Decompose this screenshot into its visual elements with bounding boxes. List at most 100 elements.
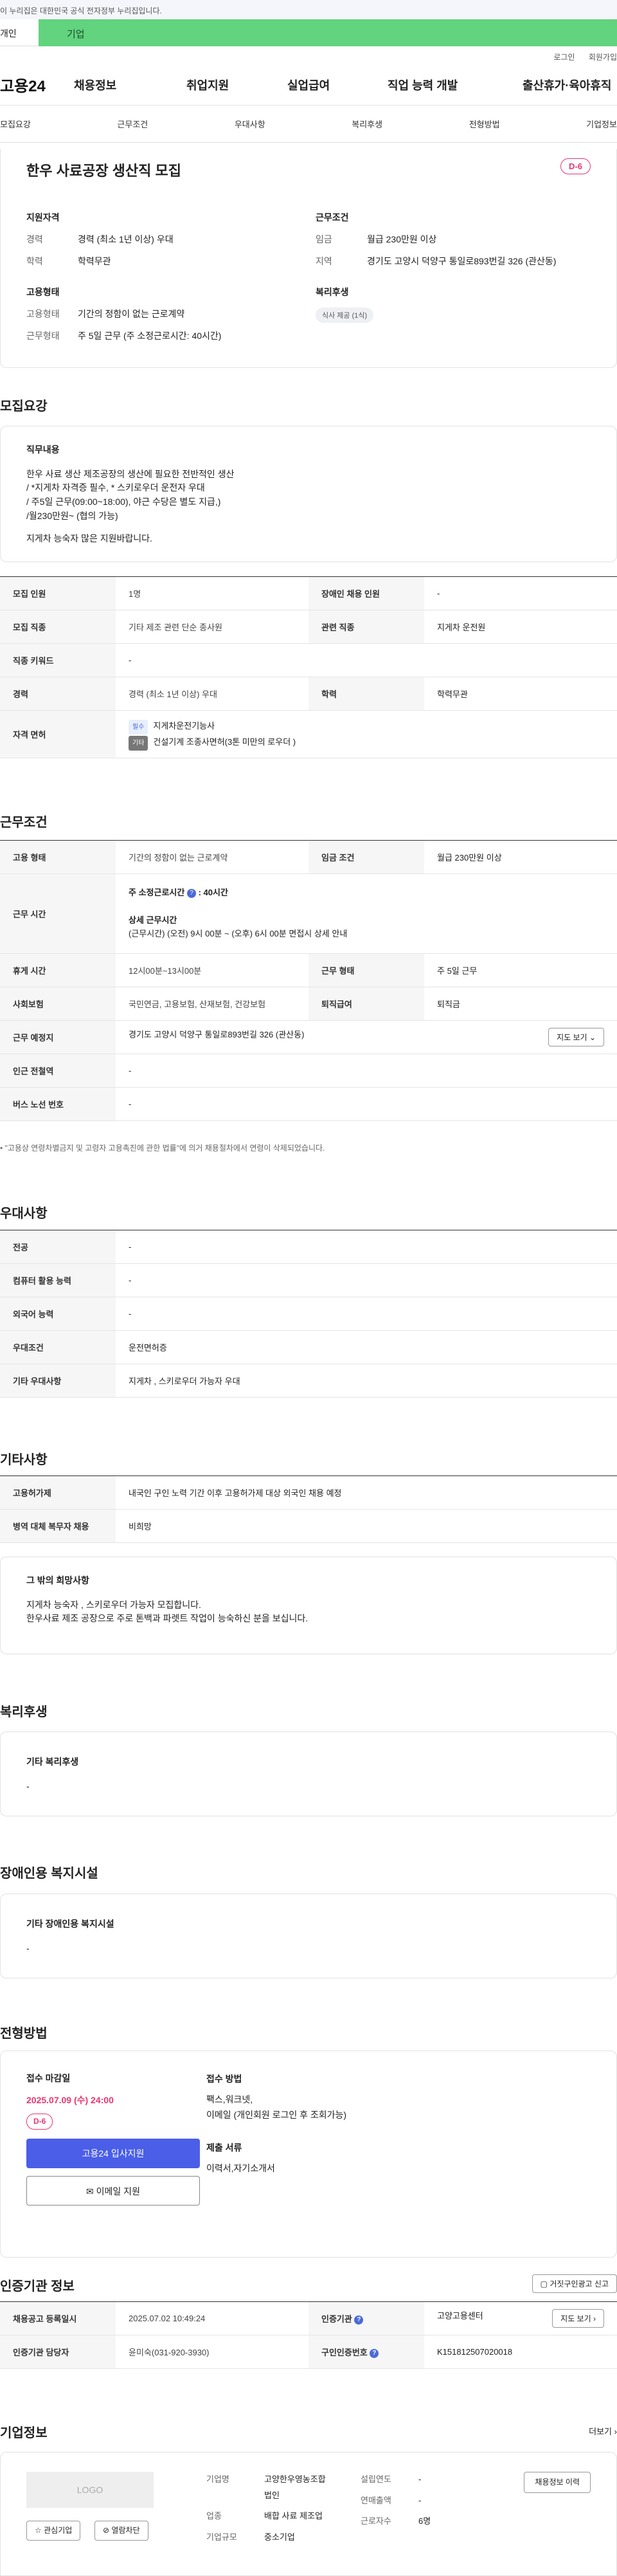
- company-logo-placeholder: LOGO: [26, 2472, 154, 2508]
- cert-no-label: 구인인증번호 ?: [308, 2335, 424, 2369]
- signup-link[interactable]: 회원가입: [589, 53, 617, 62]
- job-title: 한우 사료공장 생산직 모집: [26, 163, 181, 179]
- cert-map-button[interactable]: 지도 보기 ›: [552, 2309, 604, 2328]
- mail-icon: ✉: [86, 2186, 94, 2197]
- subway-label: 인근 전철역: [0, 1054, 116, 1088]
- welfare-section-title: 복리후생: [0, 1705, 48, 1719]
- apply-button[interactable]: 고용24 입사지원: [26, 2138, 200, 2168]
- table-row: 컴퓨터 활용 능력 -: [0, 1263, 617, 1297]
- table-row: 모집 인원 1명 장애인 채용 인원 -: [0, 576, 617, 610]
- other-section-title: 기타사항: [0, 1453, 48, 1467]
- chevron-right-icon: ›: [614, 2427, 617, 2436]
- bullet-icon: •: [0, 1144, 3, 1153]
- bus-label: 버스 노선 번호: [0, 1087, 116, 1121]
- company-box: LOGO ☆ 관심기업 ⊘ 열람차단 기업명 고양한우영농조합 법인 업종 배합 사료…: [0, 2452, 617, 2576]
- nav-jobs[interactable]: 채용정보: [74, 77, 186, 93]
- qualification-heading: 지원자격: [26, 212, 60, 223]
- company-size-value: 중소기업: [264, 2532, 295, 2543]
- info-icon[interactable]: ?: [354, 2315, 364, 2325]
- email-apply-button[interactable]: ✉ 이메일 지원: [26, 2175, 200, 2206]
- favorite-company-button[interactable]: ☆ 관심기업: [26, 2521, 81, 2541]
- anchor-welfare[interactable]: 복리후생: [352, 118, 382, 130]
- pref-table: 전공 - 컴퓨터 활용 능력 - 외국어 능력 - 우대조건 운전면허증 기타 우대사항…: [0, 1230, 617, 1398]
- anchor-process[interactable]: 전형방법: [469, 118, 500, 130]
- work-type-value: 주 5일 근무 (주 소정근로시간: 40시간): [78, 331, 222, 341]
- computer-value: -: [116, 1263, 617, 1297]
- map-button[interactable]: 지도 보기 ⌄: [548, 1028, 604, 1046]
- tab-company[interactable]: 기업: [39, 19, 617, 46]
- recruit-table: 모집 인원 1명 장애인 채용 인원 - 모집 직종 기타 제조 관련 단순 종…: [0, 576, 617, 758]
- tab-person[interactable]: 개인: [0, 19, 39, 46]
- related-job-value: 지게차 운전원: [424, 610, 617, 644]
- table-row: 경력 경력 (최소 1년 이상) 우대 학력 학력무관: [0, 677, 617, 711]
- weekly-hours-value: : 40시간: [198, 888, 228, 898]
- location-cell: 경기도 고양시 덕양구 통일로893번길 326 (관산동) 지도 보기 ⌄: [116, 1020, 617, 1054]
- cert-no-value: K151812507020018: [424, 2335, 617, 2369]
- education-row-label: 학력: [308, 677, 424, 711]
- table-row: 병역 대체 복무자 채용 비희망: [0, 1509, 617, 1543]
- gov-notice-bar: 이 누리집은 대한민국 공식 전자정부 누리집입니다.: [0, 0, 617, 19]
- employment-heading: 고용형태: [26, 287, 60, 297]
- disabled-headcount-value: -: [424, 576, 617, 610]
- pref-section-title: 우대사항: [0, 1207, 48, 1221]
- computer-label: 컴퓨터 활용 능력: [0, 1263, 116, 1297]
- conditions-heading: 근무조건: [316, 212, 349, 223]
- weekly-hours-label: 주 소정근로시간: [129, 888, 185, 898]
- headcount-label: 모집 인원: [0, 576, 116, 610]
- report-button[interactable]: ▢ 거짓구인광고 신고: [532, 2274, 617, 2293]
- disabled-box: 기타 장애인용 복지시설 -: [0, 1894, 617, 1978]
- login-link[interactable]: 로그인: [553, 53, 575, 62]
- table-row: 우대조건 운전면허증: [0, 1330, 617, 1364]
- insurance-value: 국민연금, 고용보험, 산재보험, 건강보험: [116, 987, 308, 1021]
- anchor-recruit[interactable]: 모집요강: [0, 118, 31, 130]
- work-form-label: 근무 형태: [308, 953, 424, 987]
- global-nav: 고용24 채용정보 취업지원 실업급여 직업 능력 개발 출산휴가·육아휴직: [0, 64, 617, 105]
- company-size-label: 기업규모: [206, 2532, 237, 2543]
- wage-value: 월급 230만원 이상: [367, 234, 437, 244]
- welfare-heading: 복리후생: [316, 287, 349, 297]
- site-logo[interactable]: 고용24: [0, 73, 74, 96]
- cert-no-label-text: 구인인증번호: [321, 2348, 368, 2357]
- industry-label: 업종: [206, 2511, 222, 2521]
- education-label: 학력: [26, 256, 43, 266]
- anchor-company[interactable]: 기업정보: [586, 118, 617, 130]
- language-label: 외국어 능력: [0, 1297, 116, 1331]
- info-icon[interactable]: ?: [186, 888, 196, 898]
- education-row-value: 학력무관: [424, 677, 617, 711]
- severance-label: 퇴직급여: [308, 987, 424, 1021]
- nav-unemployment-benefit[interactable]: 실업급여: [287, 77, 388, 93]
- anchor-preferences[interactable]: 우대사항: [235, 118, 265, 130]
- hiring-history-button[interactable]: 채용정보 이력: [524, 2472, 591, 2493]
- disabled-box-value: -: [26, 1942, 30, 1953]
- job-description-box: 직무내용 한우 사료 생산 제조공장의 생산에 필요한 전반적인 생산 / *지…: [0, 426, 617, 562]
- employment-type-value: 기간의 정함이 없는 근로계약: [78, 309, 185, 319]
- info-icon[interactable]: ?: [370, 2348, 379, 2358]
- region-value: 경기도 고양시 덕양구 통일로893번길 326 (관산동): [367, 256, 557, 266]
- major-label: 전공: [0, 1230, 116, 1264]
- license-label: 자격 면허: [0, 710, 116, 758]
- nav-vocational-training[interactable]: 직업 능력 개발: [388, 77, 523, 93]
- company-more-link[interactable]: 더보기 ›: [589, 2425, 617, 2437]
- document-icon: ▢: [540, 2279, 548, 2288]
- reg-date-label: 채용공고 등록일시: [0, 2301, 116, 2335]
- bus-value: -: [116, 1087, 617, 1121]
- method-label: 접수 방법: [206, 2074, 242, 2084]
- block-label: 열람차단: [111, 2526, 140, 2535]
- company-section-title: 기업정보: [0, 2426, 48, 2440]
- anchor-work-conditions[interactable]: 근무조건: [117, 118, 148, 130]
- block-company-button[interactable]: ⊘ 열람차단: [94, 2521, 148, 2541]
- gov-notice: 이 누리집은 대한민국 공식 전자정부 누리집입니다.: [0, 6, 162, 15]
- license-required: 지게차운전기능사: [153, 720, 215, 731]
- table-row: 직종 키워드 -: [0, 643, 617, 677]
- job-description-heading: 직무내용: [26, 444, 60, 455]
- insurance-label: 사회보험: [0, 987, 116, 1021]
- industry-value: 배합 사료 제조업: [264, 2511, 323, 2521]
- founded-value: -: [418, 2474, 422, 2484]
- deadline-value: 2025.07.09 (수) 24:00: [26, 2094, 114, 2105]
- welfare-box-value: -: [26, 1780, 30, 1791]
- wage-label: 임금: [316, 234, 332, 244]
- region-label: 지역: [316, 256, 332, 266]
- welfare-box-heading: 기타 복리후생: [26, 1757, 79, 1767]
- nav-employment-support[interactable]: 취업지원: [186, 77, 287, 93]
- nav-parental-leave[interactable]: 출산휴가·육아휴직: [523, 77, 611, 93]
